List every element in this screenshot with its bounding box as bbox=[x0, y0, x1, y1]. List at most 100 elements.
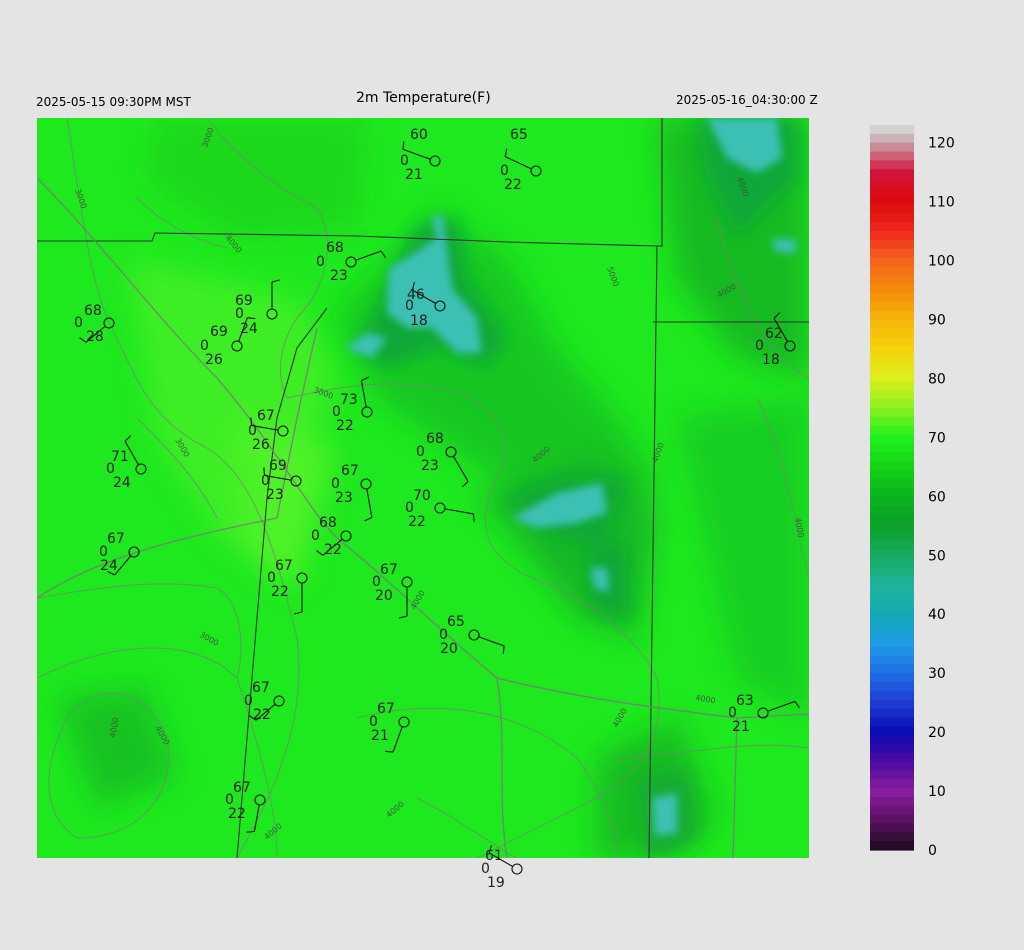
station-circle bbox=[290, 475, 302, 487]
colorbar-swatch bbox=[870, 593, 914, 604]
station-dewpoint: 22 bbox=[324, 542, 342, 558]
colorbar-swatch bbox=[870, 549, 914, 559]
wind-barb-flag bbox=[773, 312, 781, 319]
colorbar-swatch bbox=[870, 726, 914, 736]
colorbar-swatch bbox=[870, 434, 914, 444]
station-dewpoint: 26 bbox=[252, 437, 270, 453]
wind-barb-flag bbox=[461, 481, 469, 488]
station-zero: 0 bbox=[316, 254, 325, 270]
station-plot[interactable]: 67021 bbox=[369, 701, 410, 753]
colorbar-swatch bbox=[870, 363, 914, 374]
colorbar-swatch bbox=[870, 310, 914, 321]
colorbar-swatch bbox=[870, 779, 914, 789]
station-dewpoint: 21 bbox=[371, 728, 389, 744]
station-plot[interactable]: 67022 bbox=[267, 558, 308, 615]
wind-barb bbox=[355, 250, 382, 261]
station-circle bbox=[103, 317, 115, 329]
station-temperature: 60 bbox=[410, 127, 428, 143]
colorbar-label: 60 bbox=[928, 489, 946, 505]
station-plot[interactable]: 69023 bbox=[261, 458, 302, 503]
wind-barb bbox=[392, 726, 403, 753]
station-dewpoint: 18 bbox=[410, 313, 428, 329]
colorbar-swatch bbox=[870, 142, 914, 153]
temperature-colorbar: 1201101009080706050403020100 bbox=[870, 125, 955, 858]
station-temperature: 65 bbox=[447, 614, 465, 630]
colorbar-swatch bbox=[870, 628, 914, 639]
wind-barb-flag bbox=[402, 141, 405, 150]
station-dewpoint: 23 bbox=[266, 487, 284, 503]
colorbar-swatch bbox=[870, 452, 914, 462]
colorbar-swatch bbox=[870, 682, 914, 692]
colorbar-swatch bbox=[870, 125, 914, 135]
station-temperature: 67 bbox=[257, 408, 275, 424]
station-plot[interactable]: 62018 bbox=[755, 312, 796, 368]
wind-barb-flag bbox=[271, 279, 280, 283]
station-plot[interactable]: 65022 bbox=[500, 127, 542, 193]
colorbar-swatch bbox=[870, 602, 914, 612]
station-plot[interactable]: 67023 bbox=[331, 463, 373, 522]
colorbar-swatch bbox=[870, 275, 914, 285]
colorbar-swatch bbox=[870, 796, 914, 807]
wind-barb-flag bbox=[794, 701, 800, 709]
station-plot[interactable]: 67020 bbox=[372, 562, 413, 619]
station-plot[interactable]: 67022 bbox=[225, 780, 266, 833]
colorbar-swatch bbox=[870, 399, 914, 409]
colorbar-label: 20 bbox=[928, 725, 946, 741]
station-dewpoint: 20 bbox=[375, 588, 393, 604]
station-plot[interactable]: 71024 bbox=[106, 435, 147, 491]
station-plot[interactable]: 68022 bbox=[311, 515, 352, 558]
colorbar-swatch bbox=[870, 301, 914, 312]
station-temperature: 73 bbox=[340, 392, 358, 408]
station-plot[interactable]: 68023 bbox=[316, 240, 387, 284]
station-plot[interactable]: 67026 bbox=[248, 408, 289, 453]
colorbar-swatch bbox=[870, 717, 914, 727]
station-circle bbox=[340, 530, 352, 542]
station-circle bbox=[530, 165, 542, 177]
colorbar-swatch bbox=[870, 425, 914, 436]
colorbar-swatch bbox=[870, 752, 914, 763]
colorbar-swatch bbox=[870, 690, 914, 701]
wind-barb bbox=[444, 508, 474, 515]
station-plot[interactable]: 73022 bbox=[332, 376, 373, 434]
station-plot[interactable]: 60021 bbox=[400, 127, 441, 183]
station-plot[interactable]: 67024 bbox=[99, 531, 140, 576]
station-dewpoint: 23 bbox=[335, 490, 353, 506]
colorbar-labels: 1201101009080706050403020100 bbox=[928, 136, 955, 858]
station-plot[interactable]: 61019 bbox=[481, 845, 523, 891]
colorbar-label: 30 bbox=[928, 666, 946, 682]
station-plot[interactable]: 70022 bbox=[405, 488, 475, 530]
station-dewpoint: 22 bbox=[253, 707, 271, 723]
station-plot[interactable]: 46018 bbox=[405, 282, 446, 329]
station-circle bbox=[429, 155, 441, 167]
colorbar-swatch bbox=[870, 319, 914, 329]
colorbar-swatch bbox=[870, 257, 914, 268]
station-plot[interactable]: 68023 bbox=[416, 431, 469, 488]
station-plot[interactable]: 68028 bbox=[74, 303, 115, 345]
station-circle bbox=[254, 794, 266, 806]
colorbar-swatch bbox=[870, 522, 914, 533]
station-plot[interactable]: 65020 bbox=[439, 614, 505, 657]
wind-barb bbox=[453, 456, 469, 482]
station-plot[interactable]: 69024 bbox=[235, 279, 280, 337]
colorbar-swatch bbox=[870, 292, 914, 303]
station-temperature: 68 bbox=[426, 431, 444, 447]
station-temperature: 67 bbox=[380, 562, 398, 578]
wind-barb-flag bbox=[246, 830, 255, 833]
colorbar-swatch bbox=[870, 832, 914, 842]
station-plot[interactable]: 67022 bbox=[244, 680, 285, 723]
station-zero: 0 bbox=[244, 693, 253, 709]
station-temperature: 68 bbox=[84, 303, 102, 319]
station-circle bbox=[135, 463, 147, 475]
colorbar-swatch bbox=[870, 487, 914, 497]
colorbar-swatch bbox=[870, 496, 914, 506]
station-zero: 0 bbox=[74, 315, 83, 331]
colorbar-swatch bbox=[870, 735, 914, 745]
colorbar-swatch bbox=[870, 673, 914, 683]
colorbar-swatch bbox=[870, 699, 914, 710]
station-plot[interactable]: 63021 bbox=[728, 693, 800, 735]
colorbar-swatch bbox=[870, 460, 914, 471]
station-temperature: 67 bbox=[275, 558, 293, 574]
colorbar-swatch bbox=[870, 531, 914, 542]
colorbar-swatch bbox=[870, 823, 914, 833]
colorbar-swatch bbox=[870, 133, 914, 144]
